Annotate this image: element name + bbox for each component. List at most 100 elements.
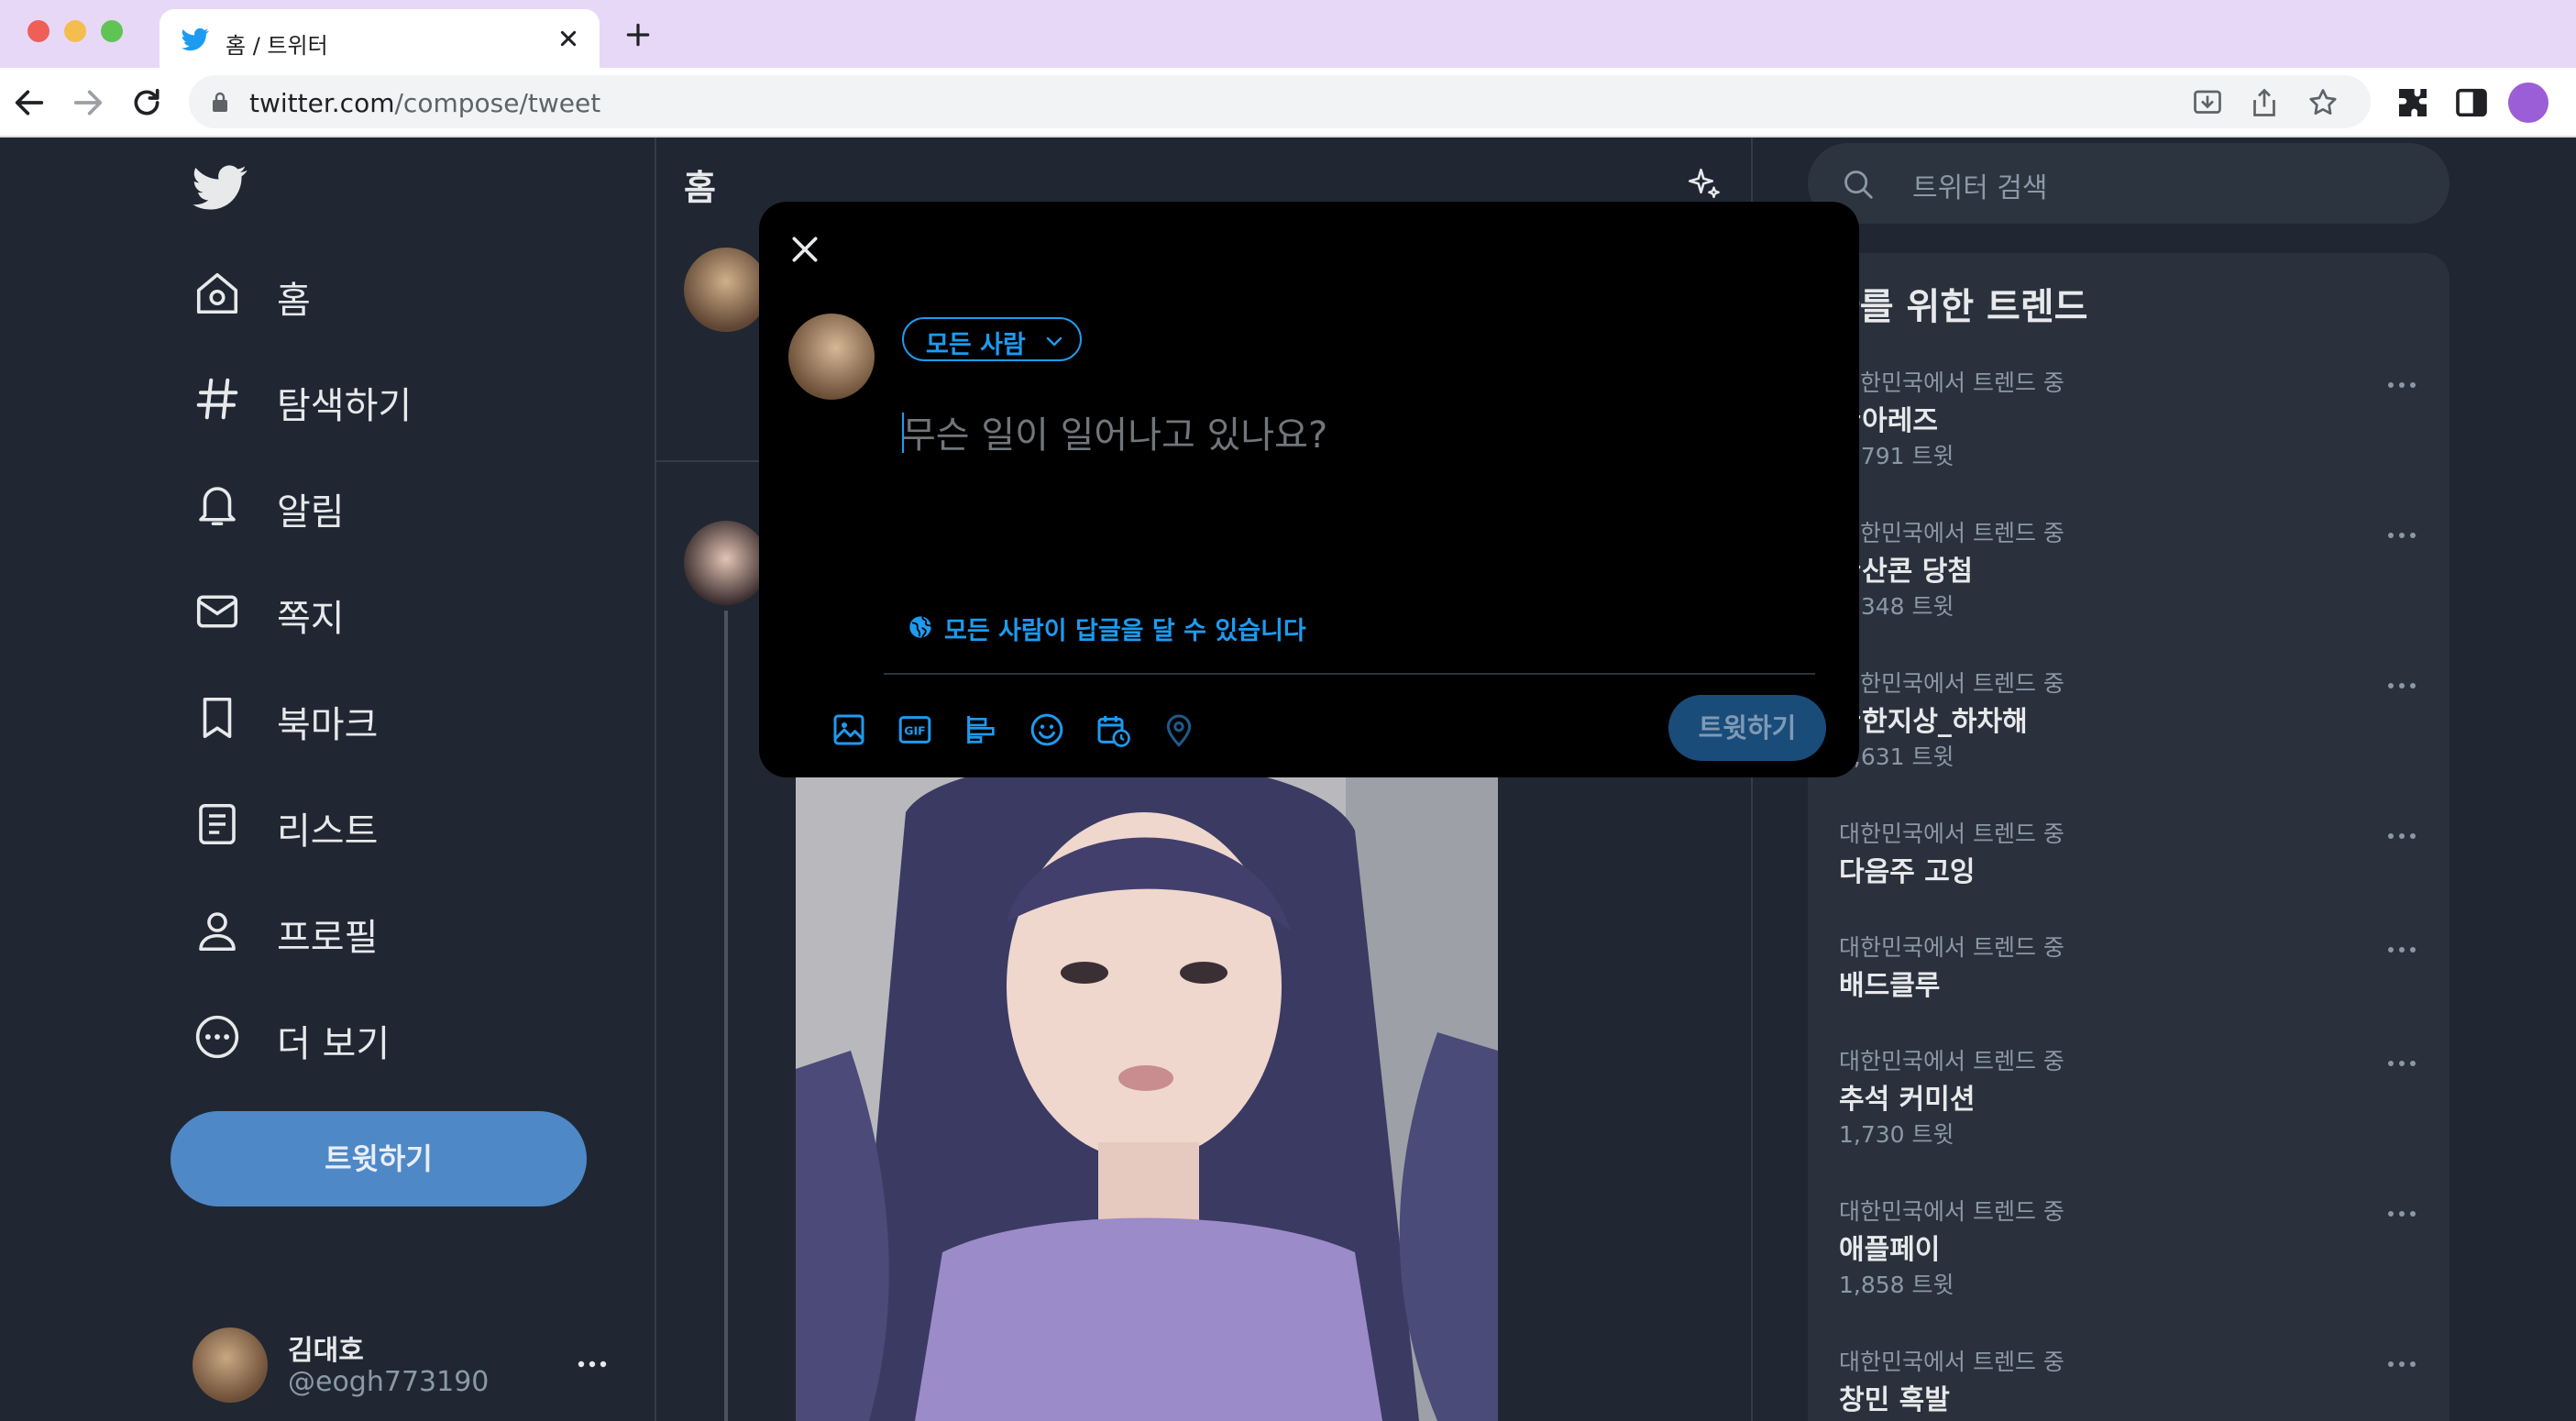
chevron-down-icon (1046, 336, 1062, 347)
trends-panel: 나를 위한 트렌드 대한민국에서 트렌드 중 #아레즈 1,791 트윗 대한민… (1808, 253, 2449, 1421)
text-caret (902, 413, 904, 453)
trend-name: 다음주 고잉 (1839, 856, 1976, 888)
new-tab-icon[interactable] (623, 20, 653, 50)
account-avatar[interactable] (193, 1327, 268, 1403)
thread-line (724, 611, 728, 1421)
bookmark-star-icon[interactable] (2306, 86, 2339, 119)
person-icon (199, 912, 236, 952)
trend-item[interactable]: 대한민국에서 트렌드 중 #한지상_하차해 1,631 트윗 (1808, 666, 2449, 812)
sidebar-item-messages[interactable]: 쪽지 (193, 579, 651, 644)
bookmark-icon (203, 697, 232, 739)
window-zoom-button[interactable] (101, 20, 123, 42)
trend-more-icon[interactable] (2385, 677, 2418, 695)
trends-title: 나를 위한 트렌드 (1826, 286, 2088, 328)
sidebar-item-home[interactable]: 홈 (193, 261, 651, 325)
browser-profile-avatar[interactable] (2508, 83, 2548, 123)
trend-item[interactable]: 대한민국에서 트렌드 중 #산콘 당첨 5,348 트윗 (1808, 515, 2449, 662)
tab-title: 홈 / 트위터 (226, 33, 328, 59)
account-handle: @eogh773190 (288, 1366, 490, 1398)
account-more-icon[interactable] (574, 1355, 611, 1373)
composer-avatar[interactable] (788, 314, 875, 400)
tweet-text-input[interactable] (902, 403, 1800, 468)
globe-icon (909, 616, 932, 638)
trend-context: 대한민국에서 트렌드 중 (1839, 670, 2064, 697)
trend-item[interactable]: 대한민국에서 트렌드 중 #아레즈 1,791 트윗 (1808, 365, 2449, 512)
location-icon[interactable] (1161, 711, 1197, 748)
side-panel-icon[interactable] (2453, 84, 2490, 121)
reply-setting-button[interactable]: 모든 사람이 답글을 달 수 있습니다 (908, 609, 1329, 645)
trend-item[interactable]: 대한민국에서 트렌드 중 추석 커미션 1,730 트윗 (1808, 1043, 2449, 1190)
address-bar[interactable]: twitter.com/compose/tweet (189, 75, 2371, 128)
trend-context: 대한민국에서 트렌드 중 (1839, 1198, 2064, 1225)
svg-text:GIF: GIF (904, 723, 925, 737)
browser-tab[interactable]: 홈 / 트위터 (160, 9, 600, 68)
trend-name: 추석 커미션 (1839, 1084, 1976, 1116)
trend-name: 애플페이 (1839, 1234, 1941, 1266)
trend-more-icon[interactable] (2385, 1355, 2418, 1373)
trend-count: 1,858 트윗 (1839, 1272, 1954, 1298)
trend-more-icon[interactable] (2385, 1205, 2418, 1223)
search-box[interactable]: 트위터 검색 (1808, 143, 2449, 224)
trend-context: 대한민국에서 트렌드 중 (1839, 520, 2064, 546)
search-icon (1844, 171, 1873, 199)
emoji-icon[interactable] (1029, 711, 1065, 748)
sidebar-item-label: 리스트 (277, 810, 379, 853)
compose-area-avatar[interactable] (684, 248, 768, 332)
gif-icon[interactable]: GIF (897, 711, 933, 748)
schedule-icon[interactable] (1095, 711, 1131, 748)
trend-more-icon[interactable] (2385, 827, 2418, 845)
sidebar-item-label: 프로필 (277, 917, 379, 959)
share-icon[interactable] (2248, 86, 2281, 119)
forward-arrow-icon[interactable] (70, 84, 106, 121)
compose-tweet-modal: 모든 사람 모든 사람이 답글을 달 수 있습니다 GIF (759, 202, 1859, 777)
trend-context: 대한민국에서 트렌드 중 (1839, 369, 2064, 396)
trend-context: 대한민국에서 트렌드 중 (1839, 934, 2064, 961)
sidebar-item-bookmarks[interactable]: 북마크 (193, 686, 651, 750)
tweet-photo[interactable] (796, 776, 1498, 1421)
home-icon (196, 272, 238, 314)
sidebar-item-label: 북마크 (277, 704, 379, 746)
window-close-button[interactable] (28, 20, 50, 42)
sidebar-item-notifications[interactable]: 알림 (193, 473, 651, 537)
browser-tab-bar: 홈 / 트위터 (0, 0, 2576, 68)
sidebar-item-more[interactable]: 더 보기 (193, 1005, 651, 1069)
reload-icon[interactable] (128, 84, 165, 121)
tweet-submit-button[interactable]: 트윗하기 (1668, 695, 1826, 761)
trend-context: 대한민국에서 트렌드 중 (1839, 1048, 2064, 1074)
back-arrow-icon[interactable] (11, 84, 48, 121)
trend-item[interactable]: 대한민국에서 트렌드 중 애플페이 1,858 트윗 (1808, 1194, 2449, 1340)
audience-selector[interactable]: 모든 사람 (902, 317, 1082, 361)
sidebar-item-explore[interactable]: 탐색하기 (193, 367, 651, 431)
close-tab-icon[interactable] (554, 24, 583, 53)
sidebar-item-label: 탐색하기 (277, 385, 413, 427)
trend-item[interactable]: 대한민국에서 트렌드 중 창민 혹발 (1808, 1344, 2449, 1421)
sidebar-item-lists[interactable]: 리스트 (193, 792, 651, 856)
close-icon[interactable] (787, 231, 823, 268)
sidebar-tweet-button[interactable]: 트윗하기 (171, 1111, 587, 1206)
url-text: twitter.com/compose/tweet (249, 88, 600, 118)
account-name: 김대호 (288, 1335, 364, 1367)
trend-more-icon[interactable] (2385, 376, 2418, 394)
search-placeholder: 트위터 검색 (1912, 172, 2048, 204)
window-minimize-button[interactable] (64, 20, 86, 42)
sidebar-item-label: 홈 (277, 280, 311, 322)
image-icon[interactable] (831, 711, 867, 748)
trend-name: 배드클루 (1839, 970, 1941, 1002)
left-column-divider (655, 138, 656, 1421)
sparkle-icon[interactable] (1685, 165, 1723, 204)
poll-icon[interactable] (963, 711, 999, 748)
trend-more-icon[interactable] (2385, 526, 2418, 545)
extensions-puzzle-icon[interactable] (2394, 84, 2431, 121)
install-app-icon[interactable] (2191, 86, 2224, 119)
tweet-author-avatar[interactable] (684, 521, 768, 605)
sidebar-item-label: 더 보기 (277, 1023, 391, 1065)
sidebar-item-profile[interactable]: 프로필 (193, 898, 651, 963)
trend-context: 대한민국에서 트렌드 중 (1839, 1349, 2064, 1375)
list-icon (199, 803, 236, 845)
sidebar-item-label: 쪽지 (277, 598, 345, 640)
mail-icon (196, 595, 238, 628)
twitter-logo-icon[interactable] (193, 165, 248, 213)
trend-more-icon[interactable] (2385, 941, 2418, 959)
timeline-title: 홈 (684, 168, 716, 208)
trend-more-icon[interactable] (2385, 1054, 2418, 1073)
